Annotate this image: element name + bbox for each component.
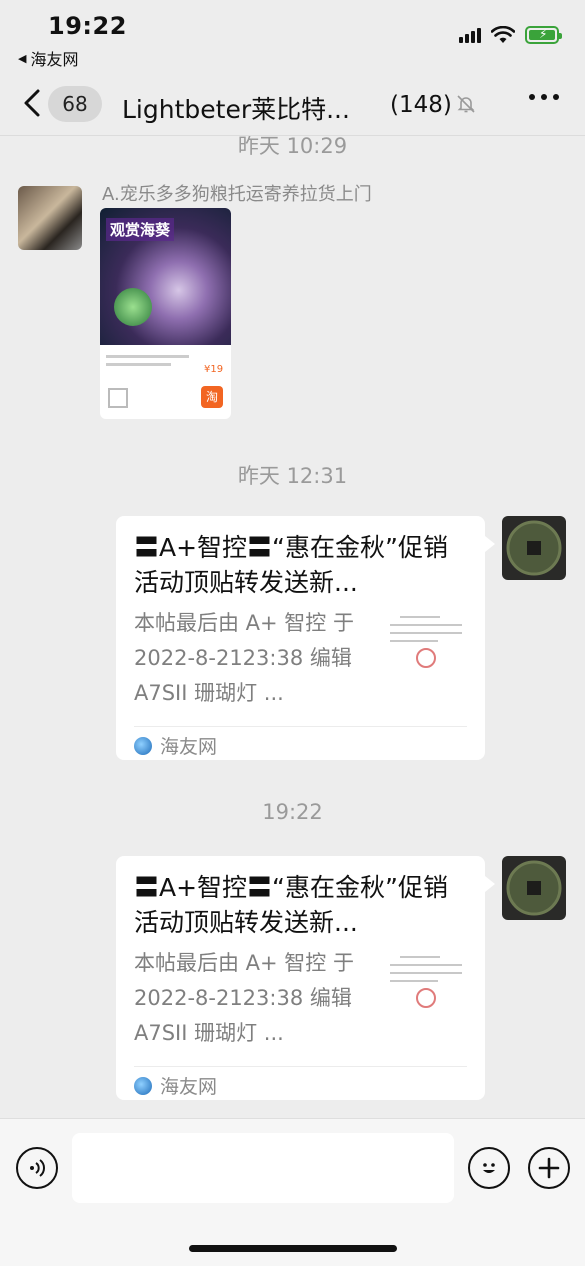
status-bar: 19:22 ◀ 海友网 ⚡ bbox=[0, 0, 585, 72]
back-app-label: 海友网 bbox=[30, 50, 79, 69]
voice-input-icon[interactable] bbox=[16, 1147, 58, 1189]
timestamp: 19:22 bbox=[262, 800, 323, 824]
more-options-icon[interactable] bbox=[529, 94, 559, 100]
back-chevron-icon[interactable] bbox=[20, 88, 44, 118]
muted-bell-icon bbox=[457, 95, 475, 113]
emoji-icon[interactable] bbox=[468, 1147, 510, 1189]
mini-program-image: 观赏海葵 bbox=[100, 208, 231, 345]
my-avatar[interactable] bbox=[502, 856, 566, 920]
chat-title[interactable]: Lightbeter莱比特... bbox=[122, 90, 350, 126]
my-avatar[interactable] bbox=[502, 516, 566, 580]
link-card[interactable]: 〓A+智控〓“惠在金秋”促销活动顶贴转发送新... 本帖最后由 A+ 智控 于 … bbox=[116, 516, 495, 760]
unread-count-badge[interactable]: 68 bbox=[48, 86, 102, 122]
plus-icon[interactable] bbox=[528, 1147, 570, 1189]
status-time: 19:22 bbox=[48, 12, 127, 40]
divider bbox=[134, 1066, 467, 1067]
qr-code-icon bbox=[108, 388, 128, 408]
cellular-signal-icon bbox=[459, 27, 481, 43]
chat-header: 68 Lightbeter莱比特... (148) bbox=[0, 72, 585, 136]
sender-name: A.宠乐多多狗粮托运寄养拉货上门 bbox=[102, 184, 372, 205]
mini-program-card[interactable]: 观赏海葵 ¥19 淘 bbox=[100, 208, 231, 419]
mini-program-price: ¥19 bbox=[204, 364, 224, 375]
timestamp: 昨天 12:31 bbox=[237, 464, 348, 488]
sender-avatar[interactable] bbox=[18, 186, 82, 250]
taobao-icon: 淘 bbox=[201, 386, 223, 408]
link-card-source-label: 海友网 bbox=[160, 1076, 218, 1098]
home-indicator[interactable] bbox=[189, 1245, 397, 1252]
link-card-thumbnail bbox=[386, 950, 466, 1034]
link-card-source: 海友网 bbox=[134, 1072, 217, 1099]
mini-program-headline: 观赏海葵 bbox=[106, 218, 175, 241]
wifi-icon bbox=[491, 26, 515, 43]
battery-icon: ⚡ bbox=[525, 26, 562, 44]
source-logo-icon bbox=[134, 736, 152, 755]
link-card-title: 〓A+智控〓“惠在金秋”促销活动顶贴转发送新... bbox=[134, 873, 448, 937]
divider bbox=[134, 726, 467, 727]
member-count: (148) bbox=[390, 92, 452, 118]
link-card-source: 海友网 bbox=[134, 732, 217, 759]
back-to-app[interactable]: ◀ 海友网 bbox=[18, 46, 78, 70]
link-card-thumbnail bbox=[386, 610, 466, 694]
back-triangle-icon: ◀ bbox=[18, 51, 27, 65]
link-card-description: 本帖最后由 A+ 智控 于 2022-8-2123:38 编辑 A7SII 珊瑚… bbox=[134, 951, 354, 1045]
message-input[interactable] bbox=[72, 1133, 454, 1203]
source-logo-icon bbox=[134, 1076, 152, 1095]
link-card-description: 本帖最后由 A+ 智控 于 2022-8-2123:38 编辑 A7SII 珊瑚… bbox=[134, 611, 354, 705]
link-card[interactable]: 〓A+智控〓“惠在金秋”促销活动顶贴转发送新... 本帖最后由 A+ 智控 于 … bbox=[116, 856, 495, 1100]
input-bar bbox=[0, 1118, 585, 1266]
link-card-source-label: 海友网 bbox=[160, 736, 218, 758]
status-icons: ⚡ bbox=[459, 26, 562, 44]
link-card-title: 〓A+智控〓“惠在金秋”促销活动顶贴转发送新... bbox=[134, 533, 448, 597]
